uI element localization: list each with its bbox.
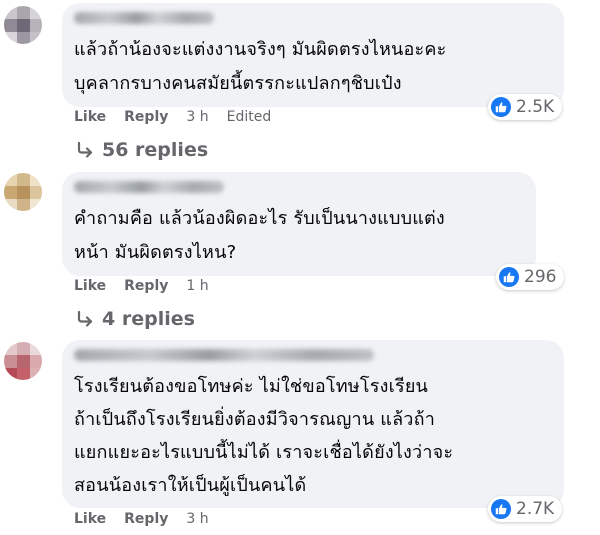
comment-actions: Like Reply 1 h [74, 276, 227, 296]
reply-arrow-icon [77, 141, 93, 158]
timestamp[interactable]: 1 h [186, 278, 208, 294]
comment-text: โรงเรียนต้องขอโทษค่ะ ไม่ใช่ขอโทษโรงเรียน… [74, 376, 454, 496]
avatar[interactable] [4, 6, 42, 44]
reply-button[interactable]: Reply [124, 511, 168, 527]
replies-count: 4 replies [102, 308, 195, 330]
reaction-summary[interactable]: 296 [496, 264, 565, 290]
comment-bubble: แล้วถ้าน้องจะแต่งงานจริงๆ มันผิดตรงไหนอะ… [62, 3, 564, 107]
reaction-summary[interactable]: 2.5K [488, 94, 563, 120]
author-name[interactable] [74, 349, 374, 361]
timestamp[interactable]: 3 h [186, 109, 208, 125]
reply-button[interactable]: Reply [124, 109, 168, 125]
view-replies-button[interactable]: 4 replies [74, 306, 195, 332]
author-name[interactable] [74, 12, 214, 24]
view-replies-button[interactable]: 56 replies [74, 137, 208, 163]
reply-arrow-icon [77, 310, 93, 327]
reaction-summary[interactable]: 2.7K [488, 496, 563, 522]
timestamp[interactable]: 3 h [186, 511, 208, 527]
author-name[interactable] [74, 181, 224, 193]
comment-bubble: โรงเรียนต้องขอโทษค่ะ ไม่ใช่ขอโทษโรงเรียน… [62, 340, 564, 508]
avatar[interactable] [4, 342, 42, 380]
edited-label: Edited [226, 109, 272, 125]
like-button[interactable]: Like [74, 511, 106, 527]
like-thumbs-up-icon [491, 97, 511, 117]
comment-actions: Like Reply 3 h [74, 509, 227, 529]
reaction-count: 2.7K [516, 499, 555, 519]
comment-text: แล้วถ้าน้องจะแต่งงานจริงๆ มันผิดตรงไหนอะ… [74, 39, 447, 94]
reply-button[interactable]: Reply [124, 278, 168, 294]
reaction-count: 2.5K [516, 97, 555, 117]
like-thumbs-up-icon [491, 499, 511, 519]
reaction-count: 296 [524, 267, 557, 287]
like-button[interactable]: Like [74, 278, 106, 294]
like-thumbs-up-icon [499, 267, 519, 287]
comment-bubble: คำถามคือ แล้วน้องผิดอะไร รับเป็นนางแบบแต… [62, 172, 536, 276]
replies-count: 56 replies [102, 139, 209, 161]
like-button[interactable]: Like [74, 109, 106, 125]
avatar[interactable] [4, 173, 42, 211]
comment-actions: Like Reply 3 h Edited [74, 107, 271, 127]
comment-text: คำถามคือ แล้วน้องผิดอะไร รับเป็นนางแบบแต… [74, 208, 445, 263]
